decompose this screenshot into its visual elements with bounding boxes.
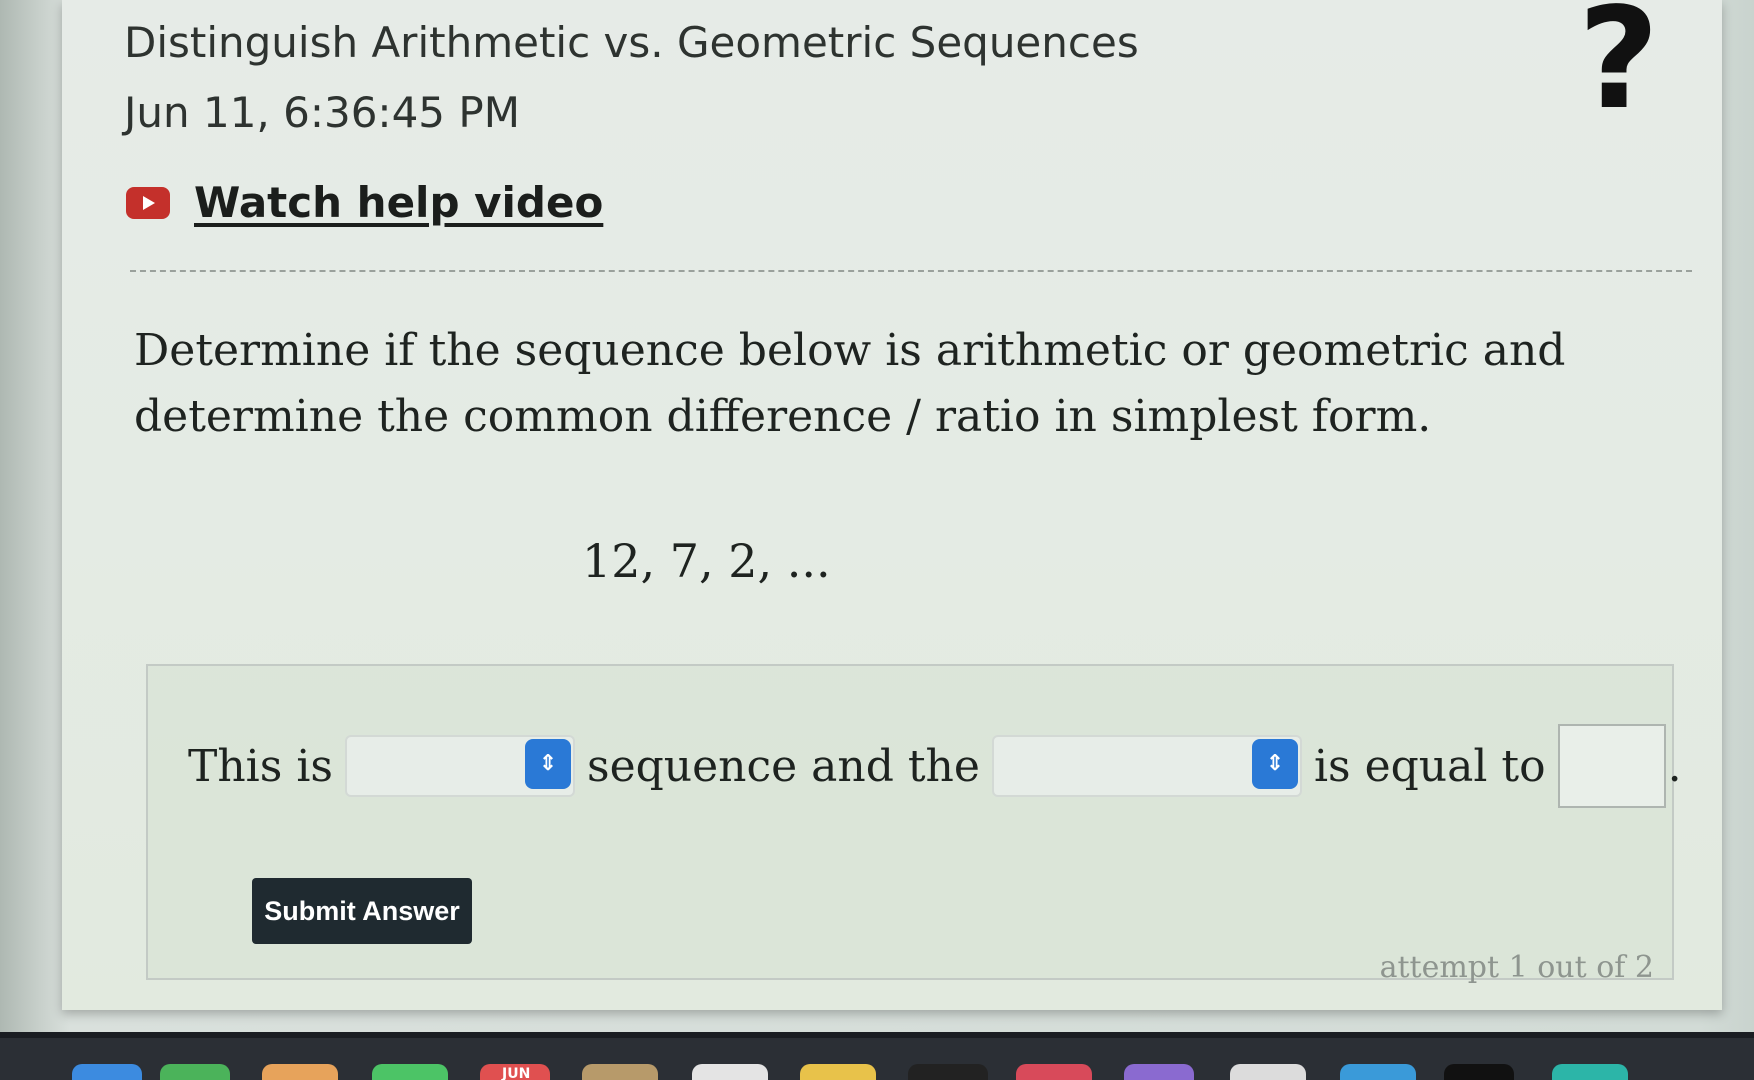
answer-suffix: is equal to: [1313, 740, 1546, 792]
timestamp: Jun 11, 6:36:45 PM: [124, 88, 520, 137]
dock-app-icon[interactable]: [1016, 1064, 1092, 1080]
answer-period: .: [1667, 740, 1682, 792]
dock-app-icon[interactable]: [692, 1064, 768, 1080]
answer-input[interactable]: [1557, 724, 1666, 808]
chevron-up-down-icon: ⇕: [524, 739, 571, 789]
screen: Distinguish Arithmetic vs. Geometric Seq…: [0, 0, 1754, 1080]
attempt-counter: attempt 1 out of 2: [1379, 950, 1654, 985]
dock-app-icon[interactable]: [908, 1064, 988, 1080]
question-prompt: Determine if the sequence below is arith…: [134, 325, 1566, 442]
page-title: Distinguish Arithmetic vs. Geometric Seq…: [124, 18, 1139, 67]
taskbar-dock: JUN: [0, 1032, 1754, 1080]
sequence-display: 12, 7, 2, ...: [582, 534, 831, 588]
calendar-month-label: JUN: [502, 1066, 531, 1080]
dock-app-icon[interactable]: [1552, 1064, 1628, 1080]
question-card: Distinguish Arithmetic vs. Geometric Seq…: [62, 0, 1722, 1010]
dock-app-icon[interactable]: [1230, 1064, 1306, 1080]
submit-answer-button[interactable]: Submit Answer: [252, 878, 472, 944]
dock-app-icon[interactable]: [1444, 1064, 1514, 1080]
answer-line: This is ⇕ sequence and the ⇕ is equal to…: [188, 724, 1682, 808]
dock-app-icon[interactable]: [262, 1064, 338, 1080]
dock-app-icon[interactable]: [582, 1064, 658, 1080]
dock-app-icon[interactable]: [1340, 1064, 1416, 1080]
quantity-type-select[interactable]: ⇕: [991, 735, 1302, 797]
watch-help-video-label: Watch help video: [194, 178, 604, 227]
question-mark-icon[interactable]: ?: [1578, 0, 1659, 130]
watch-help-video-link[interactable]: Watch help video: [126, 178, 603, 227]
dock-app-icon[interactable]: [372, 1064, 448, 1080]
dock-app-icon[interactable]: [1124, 1064, 1194, 1080]
answer-prefix: This is: [188, 740, 333, 792]
divider: [130, 270, 1692, 272]
answer-middle: sequence and the: [586, 740, 980, 792]
sequence-type-select[interactable]: ⇕: [344, 735, 575, 797]
dock-app-icon[interactable]: [72, 1064, 142, 1080]
answer-box: This is ⇕ sequence and the ⇕ is equal to…: [146, 664, 1682, 985]
dock-app-icon[interactable]: [160, 1064, 230, 1080]
chevron-up-down-icon: ⇕: [1251, 739, 1298, 789]
youtube-play-icon: [126, 186, 170, 219]
dock-app-icon[interactable]: [800, 1064, 876, 1080]
